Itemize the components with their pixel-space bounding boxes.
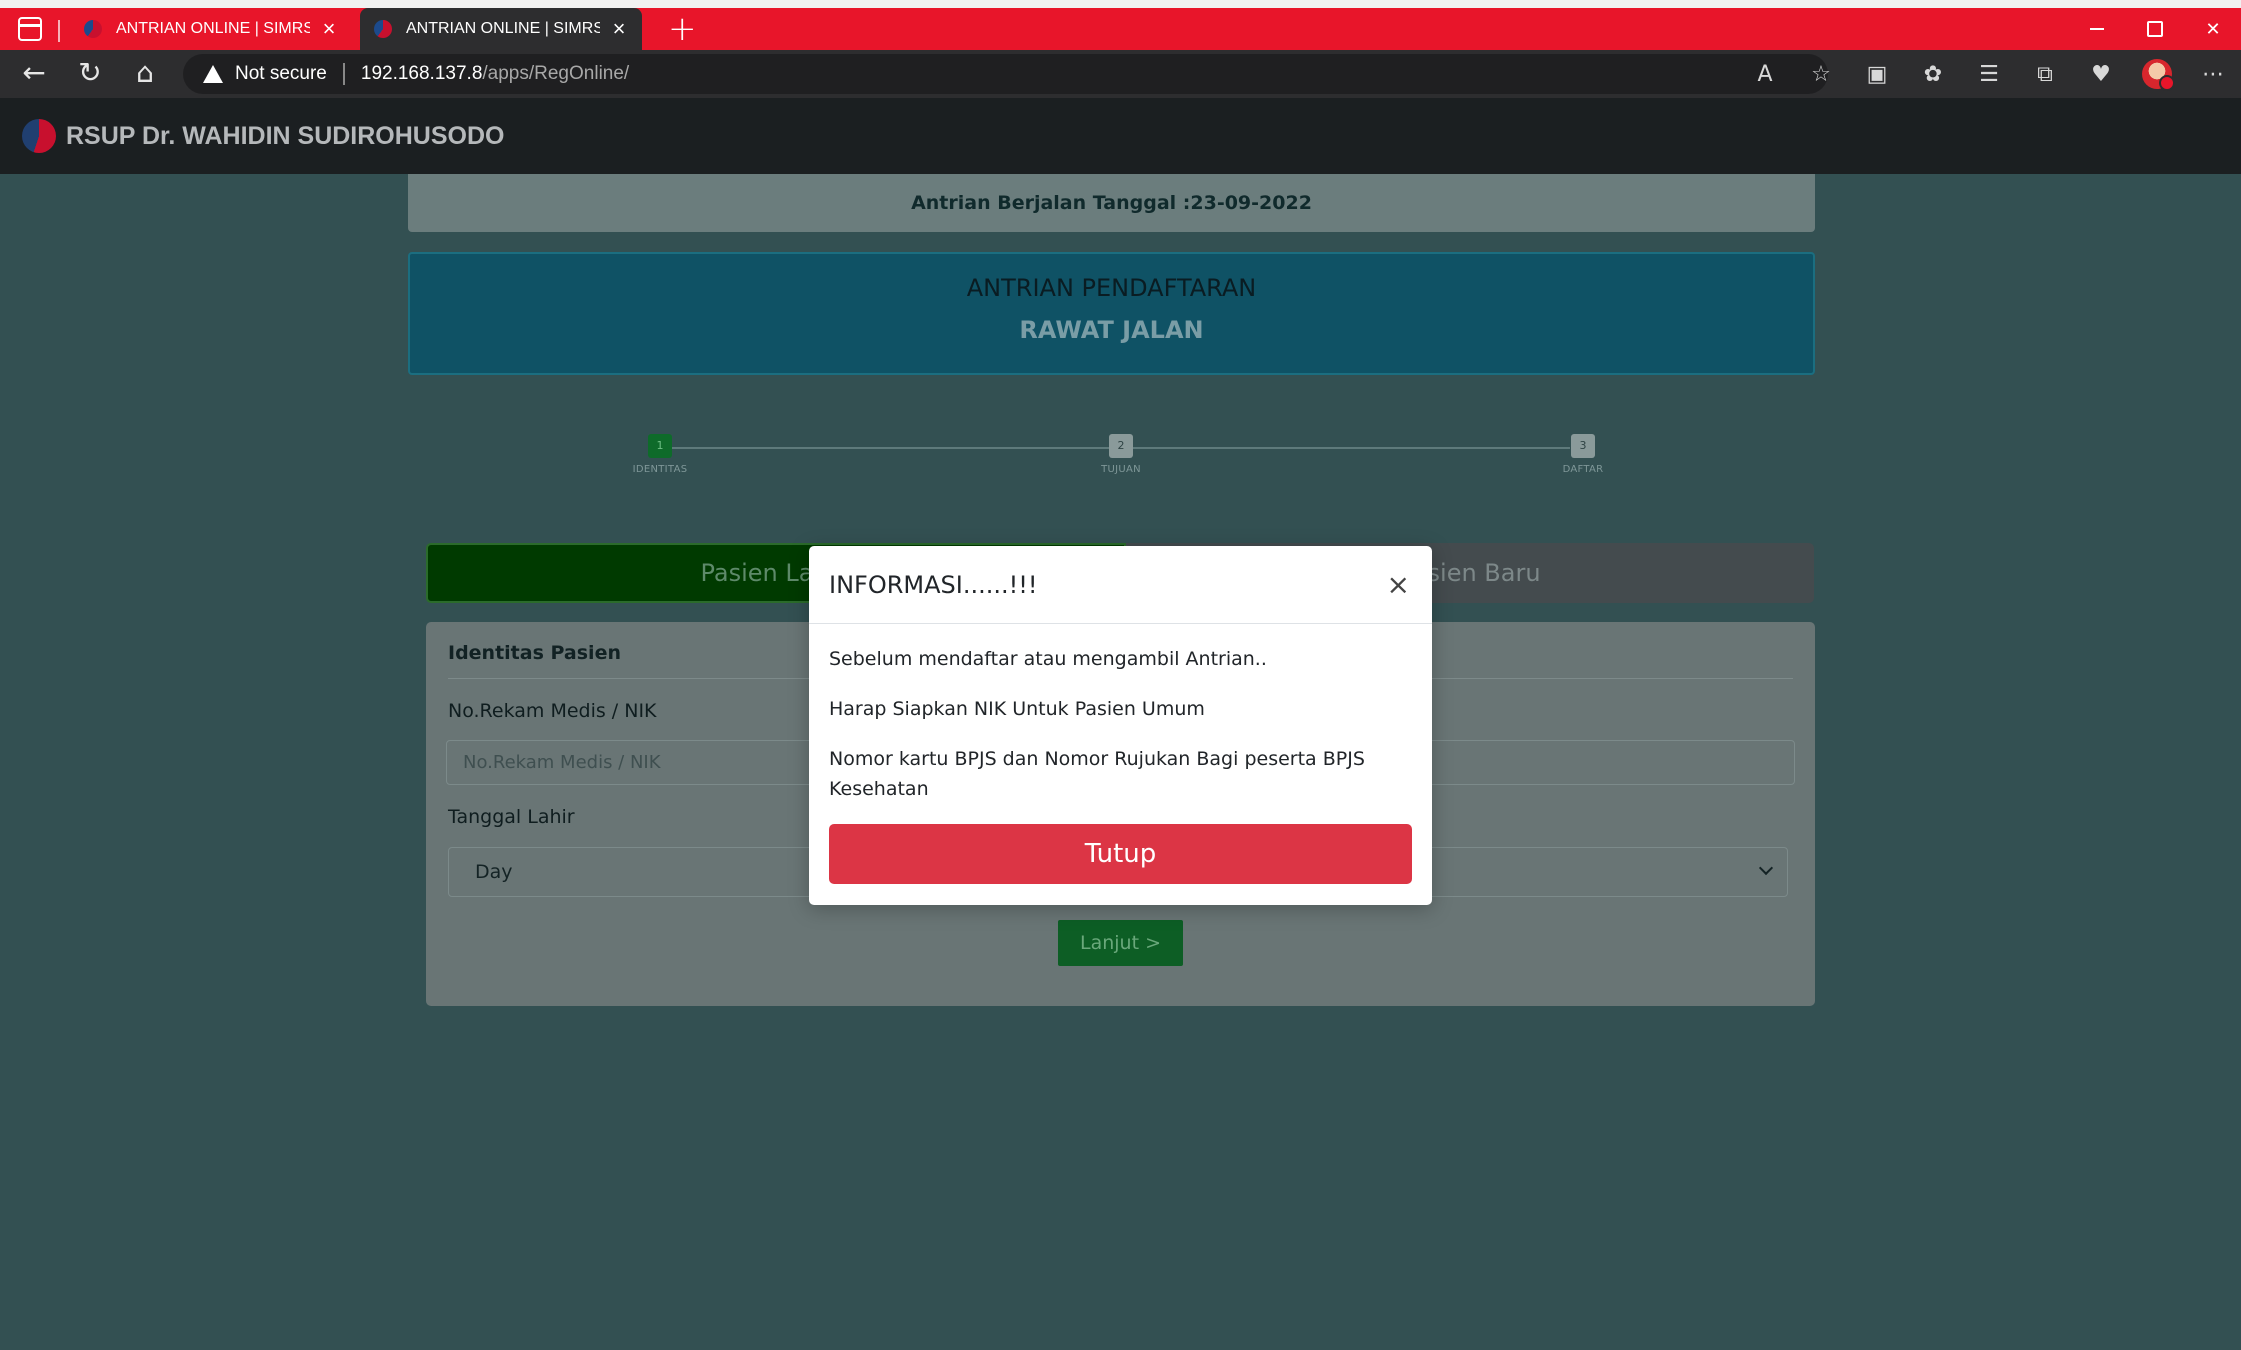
home-icon[interactable]: ⌂ [127,58,163,90]
browser-tab-2-active[interactable]: ANTRIAN ONLINE | SIMRSGOS V × [360,8,642,50]
modal-line-3: Nomor kartu BPJS dan Nomor Rujukan Bagi … [829,748,1365,800]
favorites-icon[interactable]: ☰ [1961,50,2017,98]
step-identitas: 1 IDENTITAS [630,434,690,475]
toolbar-icons: A ☆ ▣ ✿ ☰ ⧉ ♥ ⋯ [1737,50,2241,98]
step-label: TUJUAN [1101,464,1141,475]
title-line-2: RAWAT JALAN [1019,316,1204,344]
extensions-icon[interactable]: ✿ [1905,50,1961,98]
hospital-favicon-icon [84,20,102,38]
browser-essentials-icon[interactable]: ♥ [2073,50,2129,98]
step-tujuan: 2 TUJUAN [1091,434,1151,475]
address-bar[interactable]: Not secure 192.168.137.8/apps/RegOnline/ [183,54,1828,94]
step-label: DAFTAR [1562,464,1604,475]
collections-icon[interactable]: ⧉ [2017,50,2073,98]
modal-body: Sebelum mendaftar atau mengambil Antrian… [809,624,1432,804]
read-aloud-icon[interactable]: A [1737,50,1793,98]
close-tab-icon[interactable]: × [610,18,628,40]
modal-header: INFORMASI......!!! × [809,546,1432,624]
back-arrow-icon[interactable]: ← [16,58,52,90]
brand-title[interactable]: RSUP Dr. WAHIDIN SUDIROHUSODO [66,122,504,151]
profile-avatar[interactable] [2129,50,2185,98]
more-menu-icon[interactable]: ⋯ [2185,50,2241,98]
queue-date-banner: Antrian Berjalan Tanggal :23-09-2022 [408,174,1815,232]
browser-tab-strip: ANTRIAN ONLINE | SIMRSGOS V × ANTRIAN ON… [0,0,2241,50]
modal-line-1: Sebelum mendaftar atau mengambil Antrian… [829,648,1267,670]
title-line-1: ANTRIAN PENDAFTARAN [966,274,1257,302]
tab-actions-icon[interactable] [18,17,42,41]
tab-title: ANTRIAN ONLINE | SIMRSGOS V [406,20,600,37]
tab-title: ANTRIAN ONLINE | SIMRSGOS V [116,20,310,37]
tab-divider [58,20,60,42]
site-navbar: RSUP Dr. WAHIDIN SUDIROHUSODO [0,98,2241,174]
day-select-value: Day [475,861,513,883]
step-label: IDENTITAS [632,464,688,475]
modal-line-2: Harap Siapkan NIK Untuk Pasien Umum [829,698,1205,720]
registration-title-box: ANTRIAN PENDAFTARAN RAWAT JALAN [408,252,1815,375]
close-tab-icon[interactable]: × [320,18,338,40]
step-number: 2 [1109,434,1133,458]
restore-icon[interactable] [2126,8,2184,50]
browser-tab-1[interactable]: ANTRIAN ONLINE | SIMRSGOS V × [70,8,352,50]
new-tab-icon[interactable]: + [668,10,697,48]
url-host: 192.168.137.8 [360,63,483,84]
step-number: 1 [648,434,672,458]
add-favorite-icon[interactable]: ☆ [1793,50,1849,98]
info-modal: INFORMASI......!!! × Sebelum mendaftar a… [809,546,1432,905]
split-screen-icon[interactable]: ▣ [1849,50,1905,98]
warning-icon [203,65,223,83]
hospital-favicon-icon [374,20,392,38]
progress-stepper: 1 IDENTITAS 2 TUJUAN 3 DAFTAR [630,434,1603,484]
url-text[interactable]: 192.168.137.8/apps/RegOnline/ [361,63,629,85]
modal-title: INFORMASI......!!! [829,570,1038,599]
close-icon[interactable]: × [1387,570,1410,598]
address-divider [342,63,345,85]
minimize-icon[interactable] [2068,8,2126,50]
chevron-down-icon [1758,860,1774,876]
queue-date-text: Antrian Berjalan Tanggal :23-09-2022 [911,192,1312,214]
next-button[interactable]: Lanjut > [1058,920,1183,966]
step-number: 3 [1571,434,1595,458]
rm-nik-label: No.Rekam Medis / NIK [448,700,657,722]
dob-label: Tanggal Lahir [448,806,575,828]
hospital-logo[interactable] [22,119,56,153]
browser-toolbar: ← ↻ ⌂ Not secure 192.168.137.8/apps/RegO… [0,50,2241,98]
card-heading: Identitas Pasien [448,642,621,664]
window-close-icon[interactable]: ✕ [2184,8,2241,50]
step-daftar: 3 DAFTAR [1553,434,1613,475]
close-button[interactable]: Tutup [829,824,1412,884]
refresh-icon[interactable]: ↻ [72,58,108,90]
security-label[interactable]: Not secure [235,63,327,85]
url-path: /apps/RegOnline/ [482,63,630,84]
